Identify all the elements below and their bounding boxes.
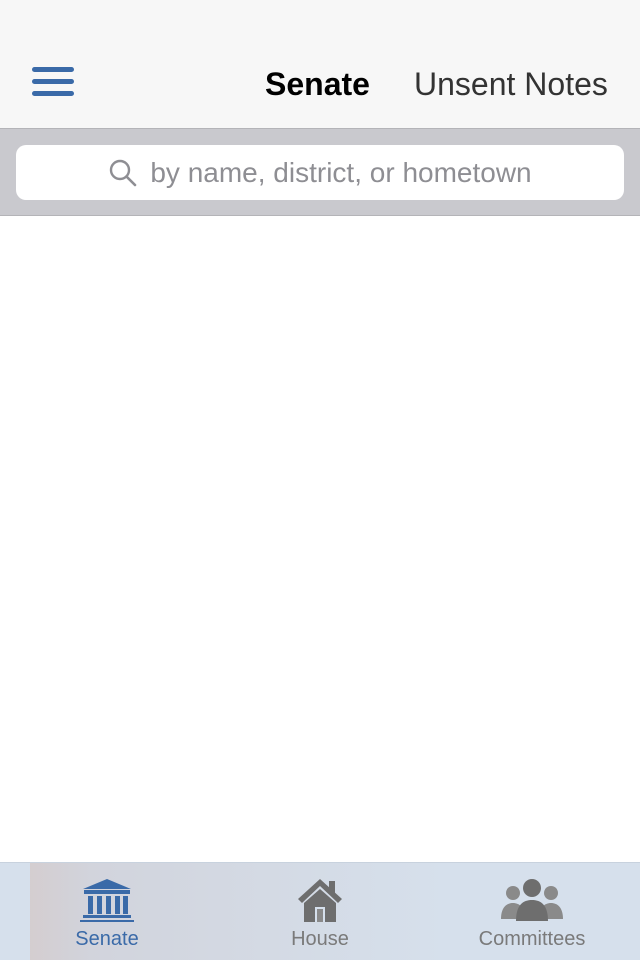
tab-bar-item-committees[interactable]: Committees bbox=[462, 863, 602, 960]
people-group-icon bbox=[501, 879, 563, 921]
tab-bar-label-senate: Senate bbox=[75, 928, 139, 950]
tab-bar-label-house: House bbox=[291, 928, 349, 950]
tab-unsent-notes[interactable]: Unsent Notes bbox=[414, 64, 608, 104]
status-bar bbox=[0, 0, 640, 40]
search-input[interactable]: by name, district, or hometown bbox=[16, 145, 624, 200]
navigation-bar: Senate Unsent Notes bbox=[0, 40, 640, 128]
tab-bar: Senate House Committees bbox=[0, 862, 640, 960]
house-icon bbox=[298, 879, 342, 922]
senator-list bbox=[0, 216, 640, 862]
search-placeholder: by name, district, or hometown bbox=[150, 156, 532, 188]
capitol-building-icon bbox=[80, 879, 134, 922]
app-screen: Senate Unsent Notes by name, district, o… bbox=[0, 0, 640, 960]
hamburger-menu-icon bbox=[32, 67, 74, 96]
tab-bar-label-committees: Committees bbox=[478, 928, 586, 950]
menu-button[interactable] bbox=[28, 62, 80, 106]
tab-bar-item-house[interactable]: House bbox=[275, 863, 365, 960]
search-icon bbox=[110, 159, 137, 186]
tab-senate[interactable]: Senate bbox=[265, 64, 370, 104]
tab-bar-item-senate[interactable]: Senate bbox=[60, 863, 154, 960]
search-bar: by name, district, or hometown bbox=[0, 128, 640, 216]
